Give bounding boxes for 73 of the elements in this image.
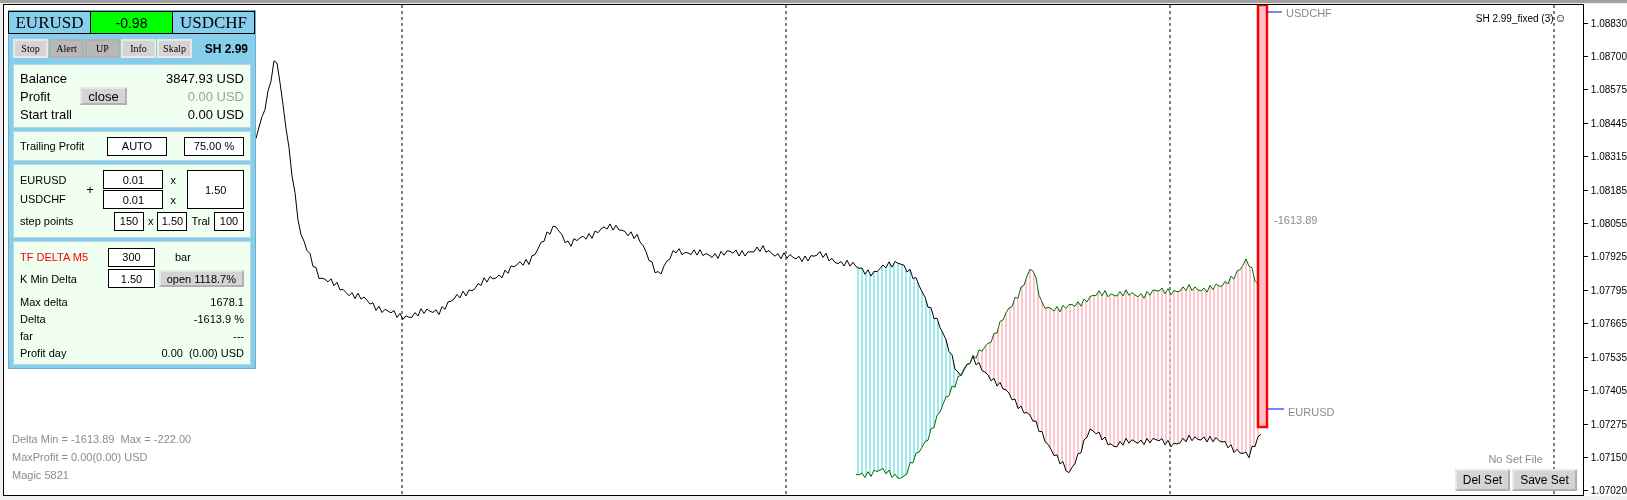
profit-label: Profit xyxy=(20,88,51,104)
set-file-status: No Set File xyxy=(1488,453,1543,465)
stat-value: -1613.9 % xyxy=(193,313,244,325)
tral-field[interactable]: 100 xyxy=(213,211,244,231)
pair-value: -0.98 xyxy=(90,11,173,34)
symbol-label: EURUSD xyxy=(20,173,68,186)
tf-delta-label: TF DELTA M5 xyxy=(20,251,90,263)
trailing-mode-field[interactable]: AUTO xyxy=(107,136,167,156)
indicator-name: SH 2.99_fixed (3) xyxy=(1475,12,1554,24)
stat-label: Delta xyxy=(20,313,46,325)
start-trall-value: 0.00 USD xyxy=(187,106,244,122)
price-tick-label: 1.08055 xyxy=(1590,218,1627,230)
stat-label: Max delta xyxy=(20,296,68,308)
step-field[interactable]: 150 xyxy=(114,211,144,231)
price-tick-label: 1.08575 xyxy=(1590,84,1627,96)
price-tick-label: 1.08185 xyxy=(1590,184,1627,196)
balance-value: 3847.93 USD xyxy=(165,70,244,86)
price-tick-label: 1.07275 xyxy=(1590,418,1627,430)
price-tick-label: 1.07535 xyxy=(1590,351,1627,363)
k-field[interactable]: 1.50 xyxy=(108,269,155,288)
info-text: Magic 5821 xyxy=(12,469,70,481)
tab-button[interactable]: UP xyxy=(85,39,120,58)
tab-button[interactable]: Skalp xyxy=(157,39,192,58)
bars-field[interactable]: 300 xyxy=(108,247,155,267)
info-text: MaxProfit = 0.00(0.00) USD xyxy=(12,451,149,463)
times-sign: x xyxy=(169,173,178,186)
price-tick-label: 1.08315 xyxy=(1590,151,1627,163)
symbol-label: EURUSD xyxy=(1288,406,1335,418)
plus-sign: + xyxy=(86,182,94,197)
version-label: SH 2.99 xyxy=(204,41,248,56)
lot-field[interactable]: 0.01 xyxy=(103,170,164,189)
symbol-label: USDCHF xyxy=(172,11,255,34)
trailing-profit-label: Trailing Profit xyxy=(20,140,85,152)
multiplier-field[interactable]: 1.50 xyxy=(187,170,244,209)
step-multiplier-field[interactable]: 1.50 xyxy=(157,211,188,231)
symbol-label: USDCHF xyxy=(1286,7,1332,19)
price-tick-label: 1.07665 xyxy=(1590,318,1627,330)
symbol-label: USDCHF xyxy=(20,193,67,206)
delta-value: -1613.89 xyxy=(1274,214,1318,226)
balance-label: Balance xyxy=(20,70,67,86)
tral-label: Tral xyxy=(191,215,210,227)
price-tick-label: 1.07925 xyxy=(1590,251,1627,263)
profit-value: 0.00 USD xyxy=(187,88,244,104)
price-tick-label: 1.08700 xyxy=(1590,50,1627,62)
price-tick-label: 1.08445 xyxy=(1590,117,1627,129)
tab-button[interactable]: Alert xyxy=(49,39,84,58)
bar-unit-label: bar xyxy=(175,251,191,263)
start-trall-label: Start trall xyxy=(20,106,72,122)
step-points-label: step points xyxy=(20,215,75,227)
price-tick-label: 1.07795 xyxy=(1590,284,1627,296)
trailing-percent-field[interactable]: 75.00 % xyxy=(184,136,244,156)
price-tick-label: 1.07405 xyxy=(1590,385,1627,397)
save-set-button[interactable]: Save Set xyxy=(1512,469,1577,491)
price-tick-label: 1.07150 xyxy=(1590,452,1627,463)
symbol-label: EURUSD xyxy=(8,11,91,34)
del-set-button[interactable]: Del Set xyxy=(1454,469,1511,491)
times-sign: x xyxy=(169,193,178,206)
stat-value: 0.00 (0.00) USD xyxy=(161,347,244,359)
stat-label: far xyxy=(20,330,33,342)
stat-value: 1678.1 xyxy=(210,296,244,308)
stat-label: Profit day xyxy=(20,347,67,359)
price-tick-label: 1.08830 xyxy=(1590,17,1627,29)
k-min-delta-label: K Min Delta xyxy=(20,272,78,285)
price-tick-label: 1.07020 xyxy=(1590,485,1627,497)
tab-button[interactable]: Stop xyxy=(13,39,48,58)
info-text: Delta Min = -1613.89 Max = -222.00 xyxy=(12,433,192,445)
open-button[interactable]: open 1118.7% xyxy=(158,270,244,287)
stat-value: --- xyxy=(233,330,244,342)
tab-button[interactable]: Info xyxy=(121,39,156,58)
times-sign: x xyxy=(147,215,154,227)
smiley-icon: ☺ xyxy=(1554,11,1567,25)
lot-field[interactable]: 0.01 xyxy=(103,190,164,209)
close-button[interactable]: close xyxy=(80,87,127,105)
